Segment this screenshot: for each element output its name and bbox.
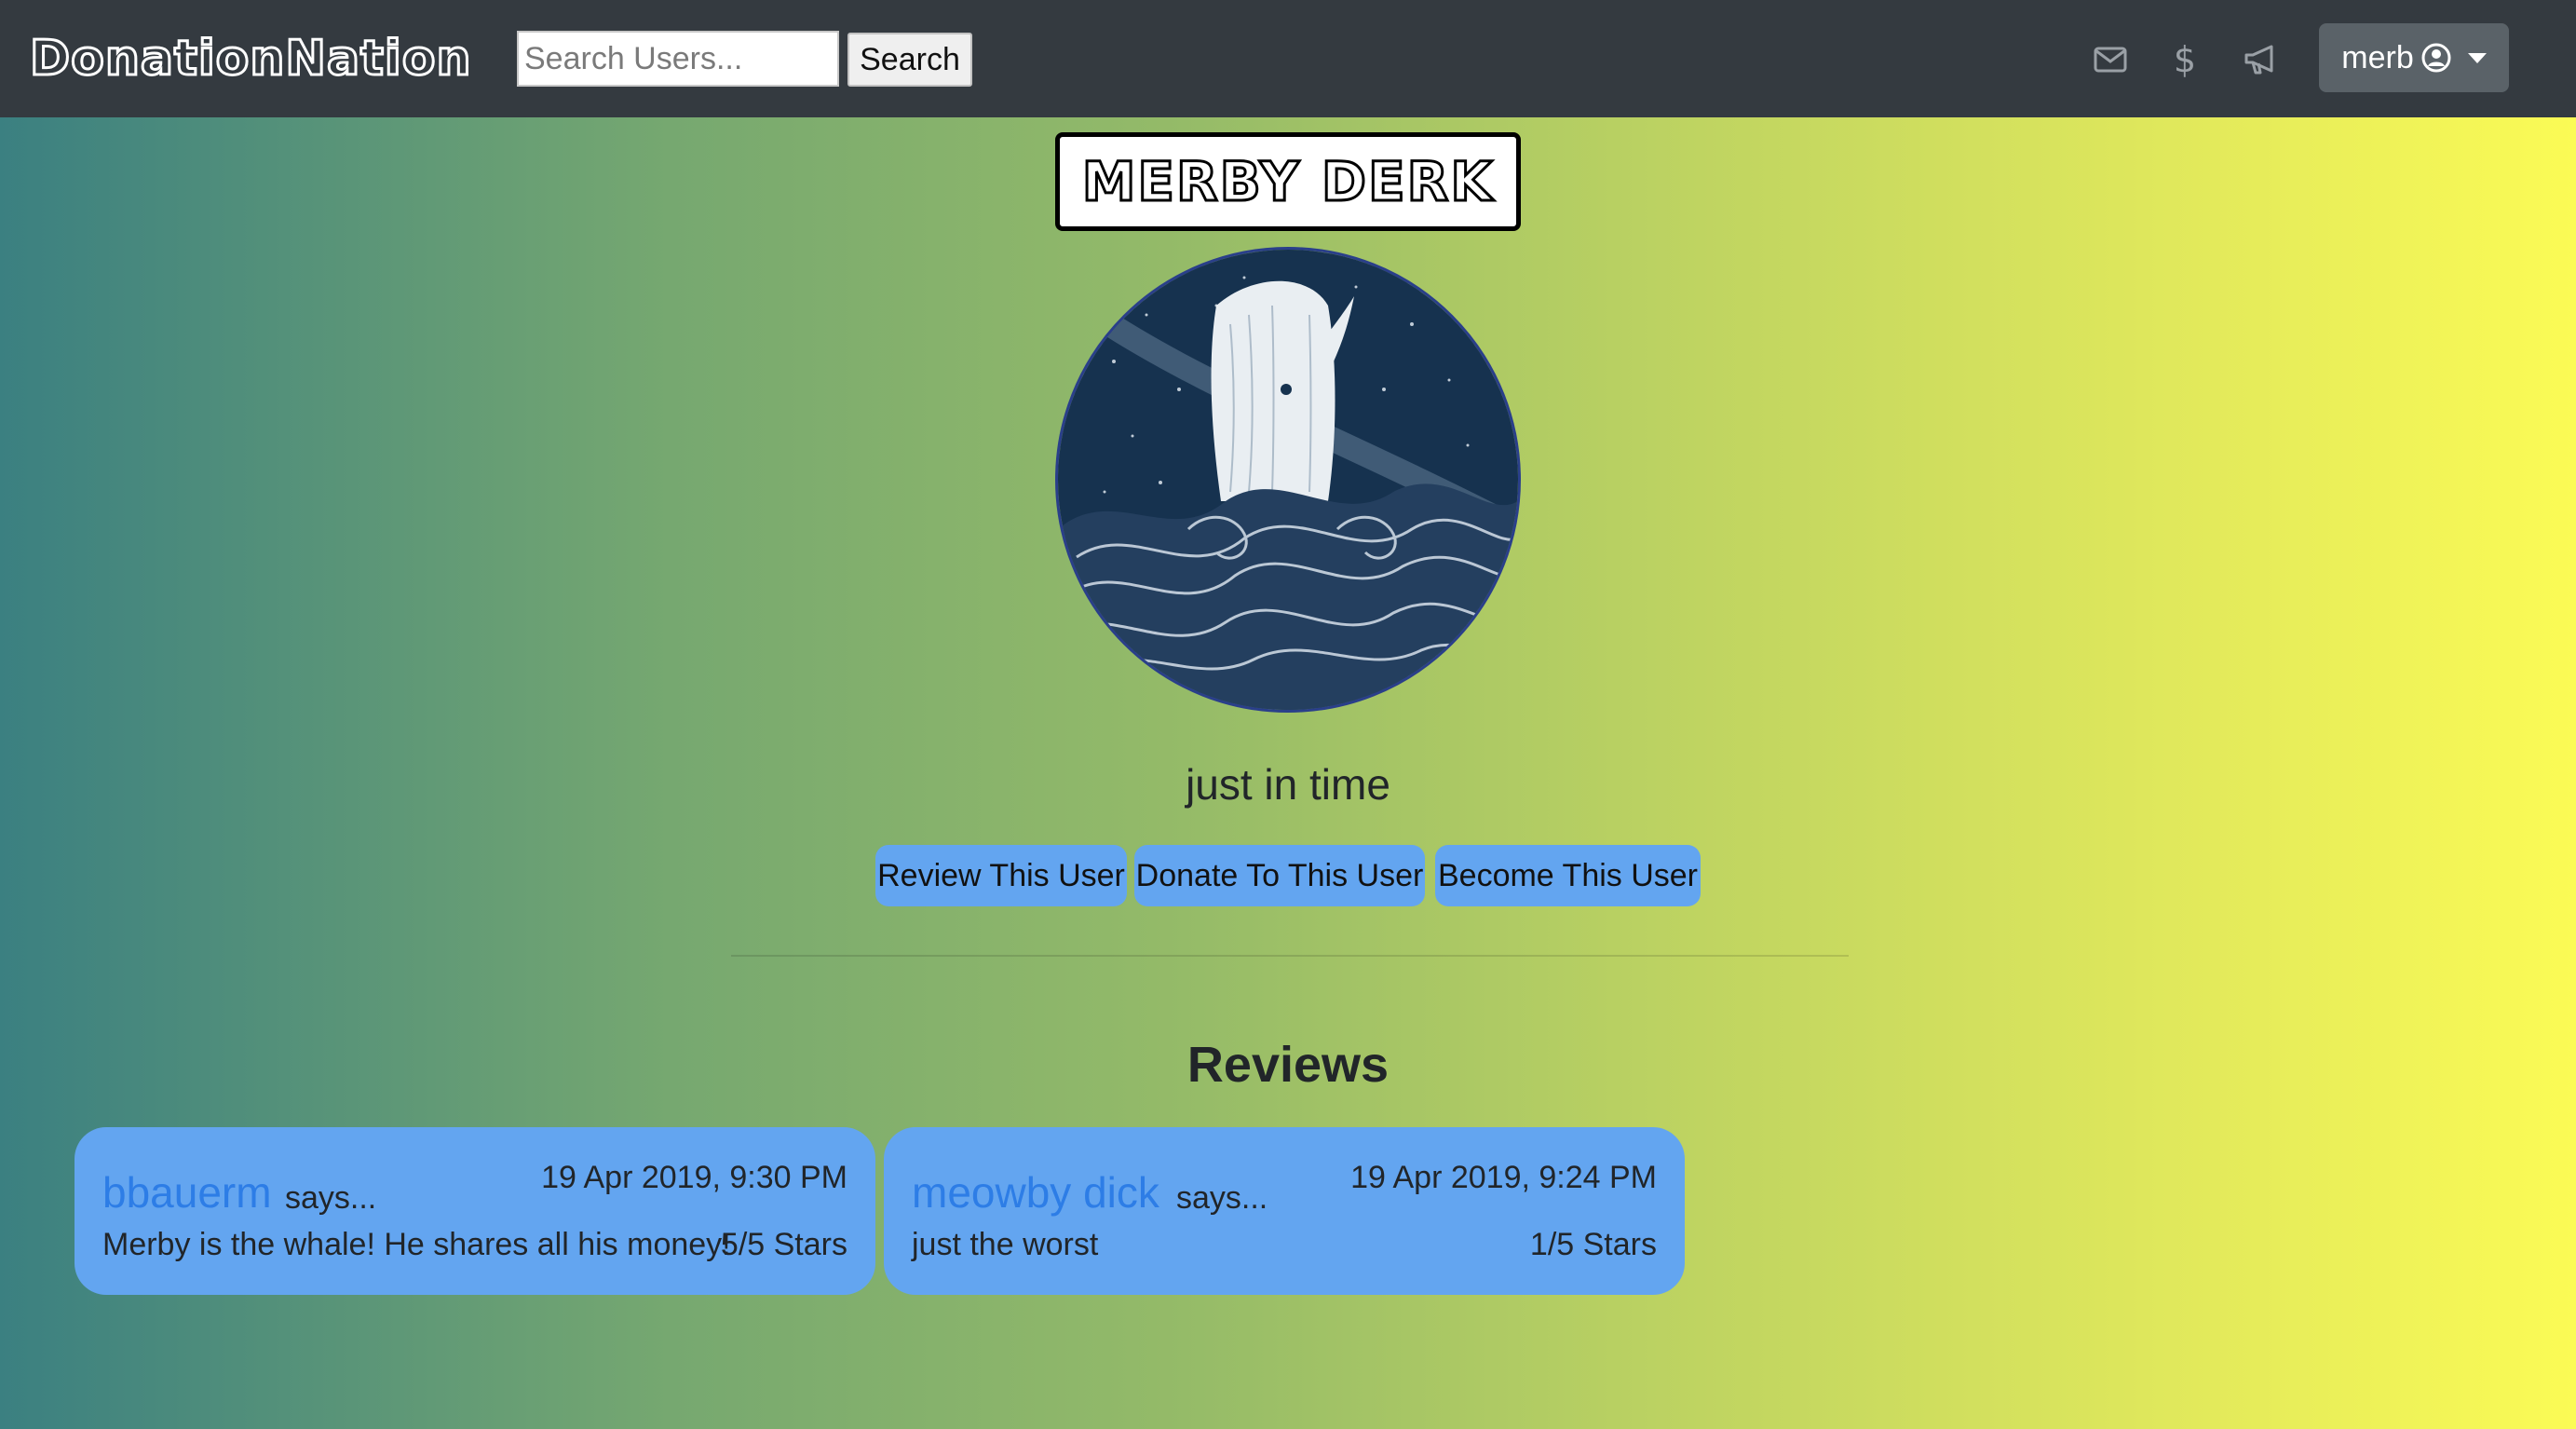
user-menu-dropdown[interactable]: merb (2319, 23, 2509, 92)
megaphone-icon[interactable] (2239, 37, 2284, 82)
dollar-icon[interactable]: $ (2162, 37, 2207, 82)
reviewer-link[interactable]: bbauerm (102, 1164, 272, 1220)
reviewer-link[interactable]: meowby dick (912, 1164, 1159, 1220)
reviews-heading: Reviews (1186, 1037, 1390, 1093)
review-user-button[interactable]: Review This User (875, 845, 1127, 906)
review-text: Merby is the whale! He shares all his mo… (102, 1227, 731, 1262)
section-divider (731, 955, 1849, 957)
review-date: 19 Apr 2019, 9:30 PM (541, 1160, 847, 1195)
search-users-input[interactable] (517, 31, 839, 87)
profile-tagline: just in time (1186, 760, 1390, 809)
says-label: says... (285, 1180, 377, 1216)
avatar (1055, 247, 1521, 713)
review-stars: 1/5 Stars (1529, 1227, 1657, 1262)
profile-name-box: MERBY DERK (1055, 132, 1521, 231)
review-card: bbauerm says... 19 Apr 2019, 9:30 PM Mer… (75, 1127, 875, 1295)
user-circle-icon (2421, 43, 2451, 73)
chevron-down-icon (2467, 52, 2487, 63)
envelope-icon[interactable] (2088, 37, 2133, 82)
user-menu-label: merb (2341, 39, 2414, 75)
profile-display-name: MERBY DERK (1080, 149, 1495, 215)
review-text: just the worst (912, 1227, 1099, 1262)
review-card: meowby dick says... 19 Apr 2019, 9:24 PM… (884, 1127, 1685, 1295)
donate-user-button[interactable]: Donate To This User (1134, 845, 1425, 906)
says-label: says... (1176, 1180, 1268, 1216)
search-button[interactable]: Search (847, 33, 972, 87)
brand-logo[interactable]: DonationNation (28, 24, 471, 93)
top-navbar: DonationNation Search $ merb (0, 0, 2576, 117)
become-user-button[interactable]: Become This User (1435, 845, 1701, 906)
review-date: 19 Apr 2019, 9:24 PM (1350, 1160, 1657, 1195)
review-stars: 5/5 Stars (720, 1227, 847, 1262)
